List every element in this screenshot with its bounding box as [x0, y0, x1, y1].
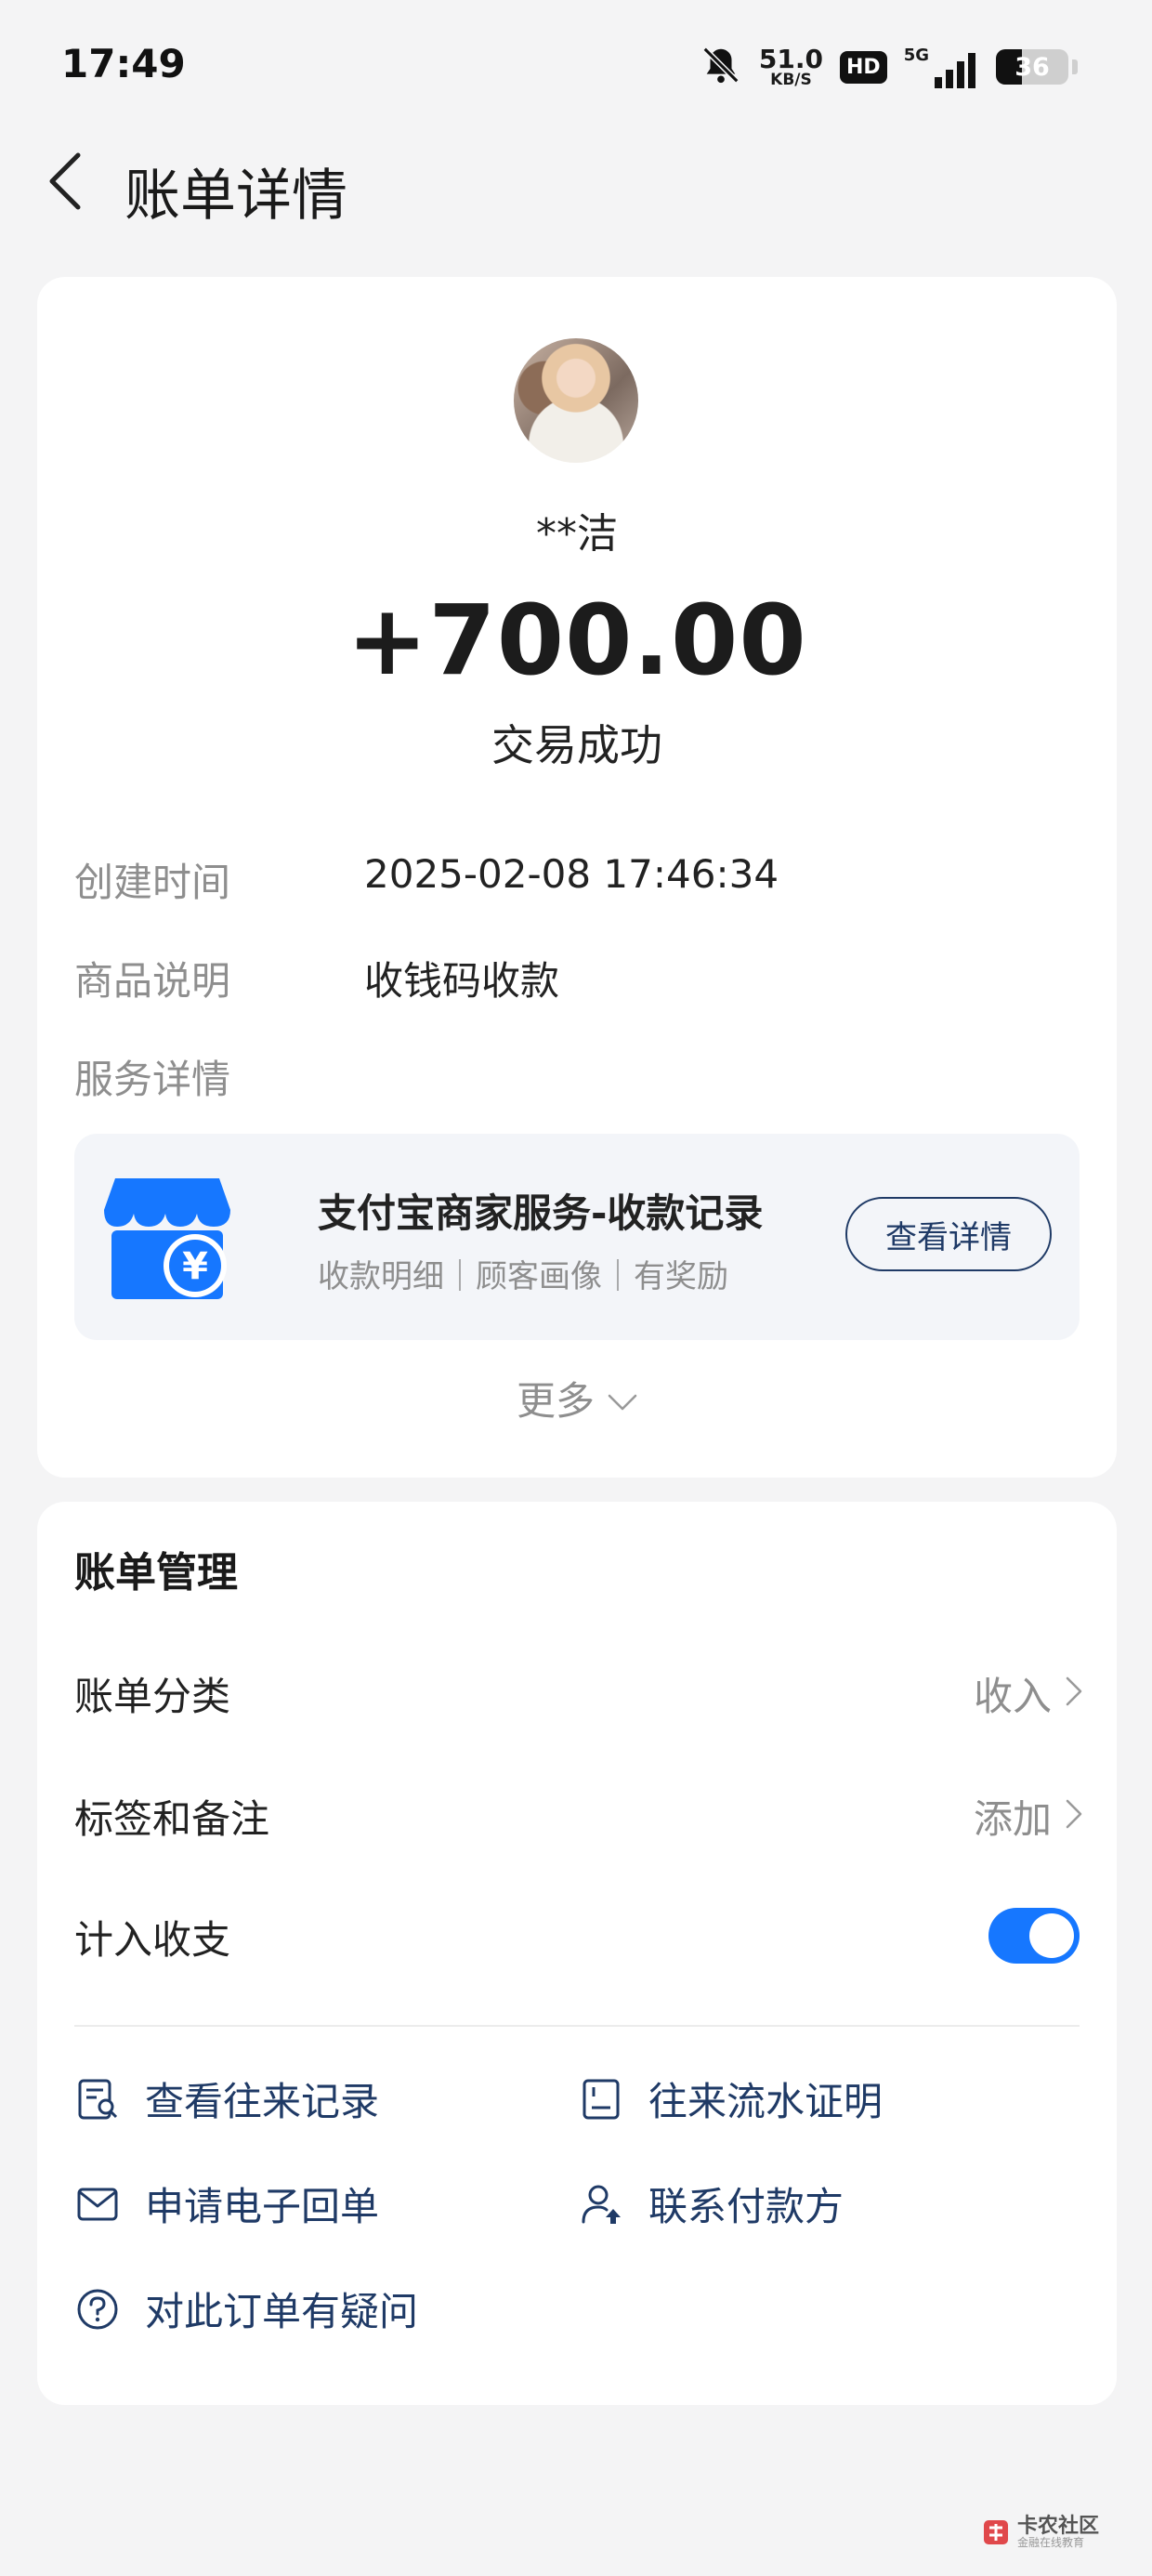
order-question-link[interactable]: 对此订单有疑问: [74, 2280, 418, 2337]
chevron-down-icon: [608, 1375, 637, 1421]
bill-category-label: 账单分类: [74, 1674, 231, 1719]
statement-proof-label: 往来流水证明: [648, 2079, 884, 2124]
page-title: 账单详情: [124, 164, 347, 229]
product-label: 商品说明: [74, 958, 231, 1004]
view-history-link[interactable]: 查看往来记录: [74, 2070, 379, 2127]
tags-notes-label: 标签和备注: [74, 1796, 270, 1842]
bill-management-card: 账单管理 账单分类 收入 标签和备注 添加 计入收支 查看往来记录 往来流水证明…: [37, 1502, 1117, 2405]
order-question-label: 对此订单有疑问: [145, 2289, 419, 2334]
battery-tip: [1072, 59, 1078, 74]
hd-badge: HD: [840, 50, 887, 84]
created-time-value: 2025-02-08 17:46:34: [364, 851, 779, 897]
include-in-stats-label: 计入收支: [74, 1917, 231, 1963]
net-speed-unit: KB/S: [770, 70, 812, 89]
back-arrow-icon[interactable]: [37, 149, 93, 214]
signal-5g-icon: 5G: [904, 46, 979, 88]
product-value: 收钱码收款: [364, 958, 560, 1004]
contact-payer-label: 联系付款方: [648, 2184, 844, 2229]
battery-icon: 36: [996, 49, 1068, 85]
net-speed: 51.0 KB/S: [759, 46, 823, 88]
chevron-right-icon: [1065, 1794, 1083, 1839]
user-contact-icon: [582, 2185, 621, 2224]
shop-icon: ¥: [98, 1173, 236, 1303]
tags-notes-value-wrap: 添加: [974, 1788, 1083, 1845]
more-toggle[interactable]: 更多: [37, 1370, 1117, 1426]
divider: [74, 2025, 1080, 2027]
nav-bar: 账单详情: [0, 130, 1152, 232]
net-speed-value: 51.0: [758, 43, 823, 74]
battery-level: 36: [1015, 52, 1050, 82]
e-receipt-label: 申请电子回单: [145, 2184, 380, 2229]
view-history-label: 查看往来记录: [145, 2079, 380, 2124]
statement-proof-link[interactable]: 往来流水证明: [578, 2070, 883, 2127]
section-title: 账单管理: [74, 1549, 238, 1597]
payer-avatar: [514, 338, 638, 463]
service-subtitle: 收款明细｜顾客画像｜有奖励: [318, 1258, 728, 1295]
tags-notes-value: 添加: [973, 1796, 1052, 1842]
watermark-logo-icon: [984, 2520, 1008, 2544]
view-details-button[interactable]: 查看详情: [845, 1197, 1052, 1271]
contact-payer-link[interactable]: 联系付款方: [578, 2175, 844, 2232]
watermark-text: 卡农社区 金融在线教育: [1017, 2515, 1100, 2549]
bill-category-value: 收入: [973, 1674, 1052, 1719]
status-time: 17:49: [61, 41, 186, 86]
merchant-service-card[interactable]: ¥ 支付宝商家服务-收款记录 收款明细｜顾客画像｜有奖励 查看详情: [74, 1134, 1080, 1340]
service-title: 支付宝商家服务-收款记录: [318, 1190, 764, 1236]
transaction-card: **洁 +700.00 交易成功 创建时间 2025-02-08 17:46:3…: [37, 277, 1117, 1478]
e-receipt-link[interactable]: 申请电子回单: [74, 2175, 379, 2232]
question-circle-icon: [77, 2289, 118, 2329]
watermark-main: 卡农社区: [1017, 2515, 1100, 2538]
toggle-knob: [1029, 1913, 1074, 1958]
yuan-symbol: ¥: [182, 1245, 208, 1288]
chevron-right-icon: [1065, 1671, 1083, 1716]
network-type-label: 5G: [903, 46, 929, 65]
status-bar: 17:49 51.0 KB/S HD 5G 36: [0, 0, 1152, 130]
watermark-sub: 金融在线教育: [1017, 2536, 1085, 2549]
bell-off-icon: [700, 44, 742, 90]
status-icons: 51.0 KB/S HD 5G 36: [700, 41, 1078, 93]
created-time-label: 创建时间: [74, 860, 231, 905]
more-label: 更多: [516, 1378, 595, 1424]
envelope-icon: [77, 2188, 118, 2220]
payer-name: **洁: [536, 510, 618, 558]
amount: +700.00: [347, 584, 807, 697]
record-search-icon: [78, 2079, 118, 2119]
watermark: 卡农社区 金融在线教育: [980, 2517, 1099, 2548]
bill-category-value-wrap: 收入: [974, 1665, 1083, 1722]
service-detail-label: 服务详情: [74, 1057, 231, 1102]
include-in-stats-toggle[interactable]: [988, 1908, 1080, 1964]
transaction-status: 交易成功: [491, 720, 662, 770]
document-icon: [583, 2079, 620, 2119]
